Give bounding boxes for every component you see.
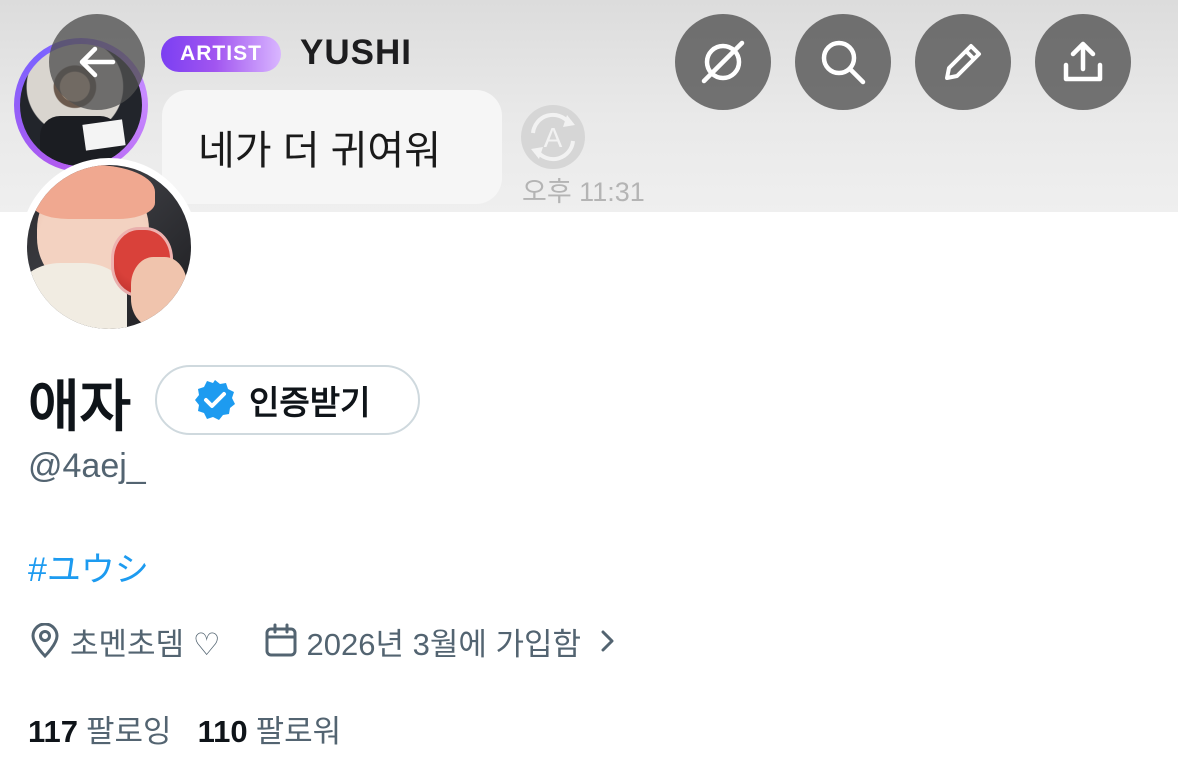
share-button[interactable]	[1035, 14, 1131, 110]
get-verified-button[interactable]: 인증받기	[155, 365, 420, 435]
grok-button[interactable]	[675, 14, 771, 110]
followers-count: 110	[197, 714, 248, 749]
following-link[interactable]: 117 팔로잉	[28, 706, 172, 751]
following-count: 117	[28, 714, 79, 749]
calendar-icon	[265, 623, 297, 657]
pencil-icon	[945, 44, 981, 80]
grok-icon	[701, 40, 745, 84]
location-item: 초멘초뎀 ♡	[28, 619, 220, 664]
profile-avatar[interactable]	[20, 158, 198, 336]
bio-hashtag-link[interactable]: #ユウシ	[28, 542, 149, 591]
edit-button[interactable]	[915, 14, 1011, 110]
verified-badge-icon	[195, 380, 235, 420]
display-name: 애자	[28, 375, 132, 438]
joined-date-item[interactable]: 2026년 3월에 가입함	[264, 619, 619, 664]
message-time: 오후 11:31	[522, 177, 645, 207]
search-button[interactable]	[795, 14, 891, 110]
arrow-left-icon	[79, 46, 116, 78]
chat-message: 네가 더 귀여워	[198, 129, 442, 173]
translate-icon: A	[519, 103, 587, 171]
following-label: 팔로잉	[86, 714, 172, 749]
artist-name: YUSHI	[300, 33, 412, 72]
profile-banner[interactable]: ARTIST YUSHI 네가 더 귀여워 A 오후 11:31	[0, 0, 1178, 212]
svg-text:A: A	[544, 122, 563, 153]
followers-link[interactable]: 110 팔로워	[198, 706, 342, 751]
followers-label: 팔로워	[255, 714, 342, 749]
location-text: 초멘초뎀 ♡	[70, 626, 221, 662]
user-handle: @4aej_	[28, 447, 146, 485]
profile-meta-row: 초멘초뎀 ♡ 2026년 3월에 가입함	[28, 618, 619, 664]
get-verified-label: 인증받기	[249, 384, 371, 421]
follow-stats: 117 팔로잉 110 팔로워	[28, 706, 341, 751]
chat-bubble: 네가 더 귀여워	[162, 90, 502, 204]
artist-badge: ARTIST	[161, 36, 281, 72]
location-pin-icon	[31, 623, 59, 659]
back-button[interactable]	[49, 14, 145, 110]
share-icon	[1063, 41, 1103, 82]
chevron-right-icon	[601, 630, 614, 652]
search-icon	[821, 40, 866, 85]
joined-date-text: 2026년 3월에 가입함	[306, 626, 582, 662]
